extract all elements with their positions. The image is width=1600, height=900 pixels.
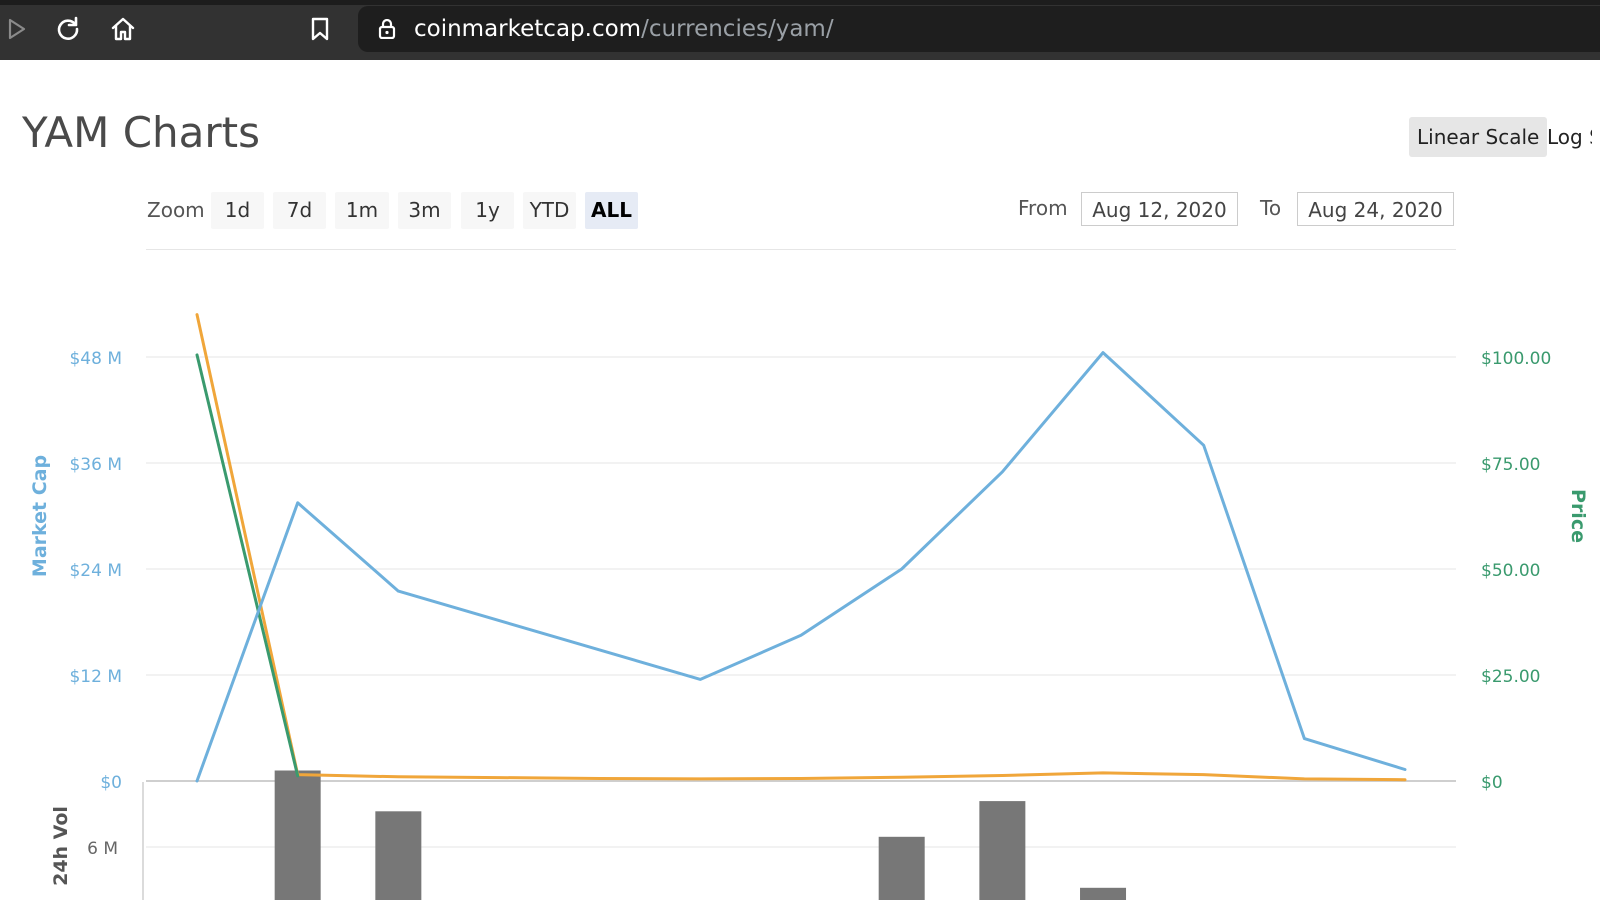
right-axis-tick-label: $75.00 — [1481, 455, 1540, 475]
price-axis-title: Price — [1567, 489, 1589, 543]
volume-bar — [979, 801, 1026, 900]
price-line[interactable] — [195, 353, 300, 778]
volume-bar — [878, 836, 925, 900]
right-axis-tick-label: $100.00 — [1481, 349, 1551, 369]
left-axis-tick-label: $0 — [100, 773, 122, 793]
price-chart[interactable]: $0 $12 M $24 M $36 M $48 M $0 $25.00 $50.00 $75.… — [0, 0, 1600, 900]
volume-axis-title: 24h Vol — [50, 806, 72, 886]
left-axis-tick-label: $36 M — [69, 455, 122, 475]
left-axis-tick-label: $24 M — [69, 561, 122, 581]
btc-price-line[interactable] — [195, 313, 1407, 782]
market-cap-line[interactable] — [195, 351, 1407, 783]
volume-bar — [375, 811, 422, 900]
left-axis-tick-label: $12 M — [69, 667, 122, 687]
market-cap-axis-title: Market Cap — [29, 455, 51, 577]
volume-bar — [274, 770, 321, 900]
left-axis-tick-label: $48 M — [69, 349, 122, 369]
volume-tick-label: 6 M — [87, 839, 118, 859]
right-axis-tick-label: $0 — [1481, 773, 1503, 793]
volume-bar — [1080, 887, 1127, 900]
right-axis-tick-label: $25.00 — [1481, 667, 1540, 687]
right-axis-tick-label: $50.00 — [1481, 561, 1540, 581]
